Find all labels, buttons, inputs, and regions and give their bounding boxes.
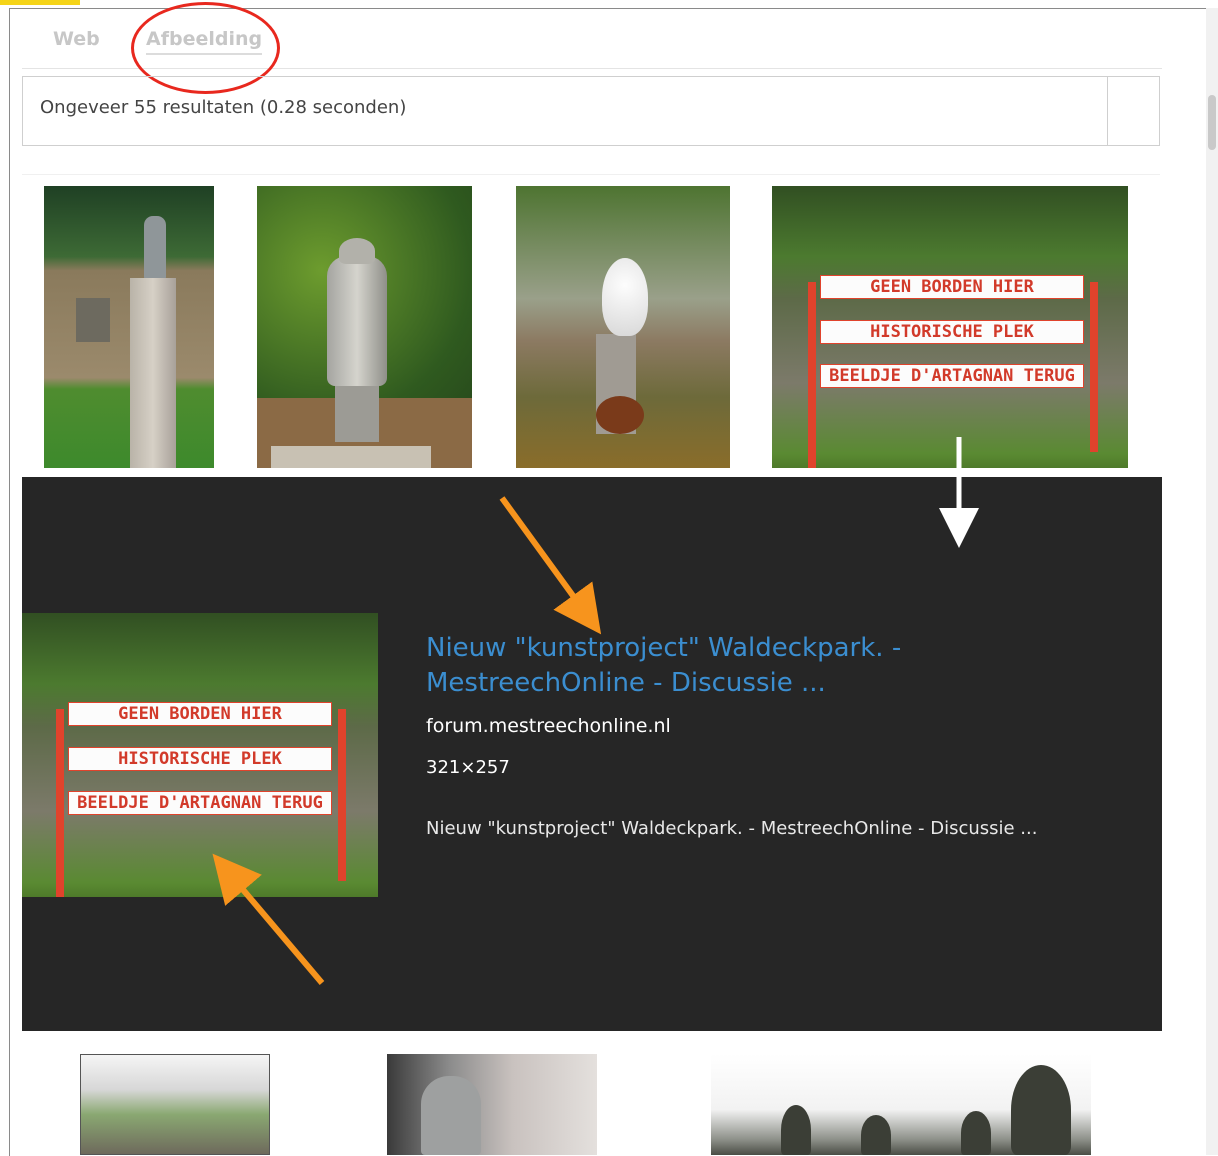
preview-image[interactable]: GEEN BORDEN HIER HISTORISCHE PLEK BEELDJ… — [22, 613, 378, 897]
sign-text-1: GEEN BORDEN HIER — [820, 275, 1084, 299]
statue-body — [327, 256, 387, 386]
image-result-tree-sculpture[interactable] — [80, 1054, 270, 1155]
bust-statue — [421, 1076, 481, 1155]
tree — [1011, 1065, 1071, 1155]
sign-text-2: HISTORISCHE PLEK — [820, 320, 1084, 344]
tree — [961, 1111, 991, 1155]
sign-text-2: HISTORISCHE PLEK — [68, 747, 332, 771]
statue-legs — [335, 382, 379, 442]
image-result-urinal[interactable] — [516, 186, 730, 468]
results-info-bar: Ongeveer 55 resultaten (0.28 seconden) — [22, 76, 1160, 146]
statue-figure — [144, 216, 166, 280]
urinal-object — [602, 258, 648, 336]
image-result-signboard[interactable]: GEEN BORDEN HIER HISTORISCHE PLEK BEELDJ… — [772, 186, 1128, 468]
search-type-tabs: Web Afbeelding — [22, 22, 1162, 69]
preview-image-size: 321×257 — [426, 757, 510, 778]
separator — [22, 174, 1160, 175]
statue-hat — [339, 238, 375, 264]
wreath — [596, 396, 644, 434]
tree — [781, 1105, 811, 1155]
sign-post-right — [1090, 282, 1098, 452]
sign-post-left — [56, 709, 64, 897]
image-result-winter-trees[interactable] — [711, 1054, 1091, 1155]
sign-text-3: BEELDJE D'ARTAGNAN TERUG — [68, 791, 332, 815]
sign-text-3: BEELDJE D'ARTAGNAN TERUG — [820, 364, 1084, 388]
window-edge-highlight — [0, 0, 80, 5]
stone-pillar — [130, 278, 176, 468]
preview-title-link[interactable]: Nieuw "kunstproject" Waldeckpark. - Mest… — [426, 631, 986, 701]
plaque — [76, 298, 110, 342]
results-count: Ongeveer 55 resultaten (0.28 seconden) — [40, 97, 407, 118]
scrollbar-thumb[interactable] — [1208, 95, 1216, 150]
preview-description: Nieuw "kunstproject" Waldeckpark. - Mest… — [426, 818, 1038, 839]
image-result-bronze-statue[interactable] — [257, 186, 472, 468]
statue-base — [271, 446, 431, 468]
tab-images[interactable]: Afbeelding — [146, 28, 263, 55]
preview-domain[interactable]: forum.mestreechonline.nl — [426, 715, 671, 737]
tree — [861, 1115, 891, 1155]
sign-post-right — [338, 709, 346, 881]
image-result-bust-bicycle[interactable] — [387, 1054, 597, 1155]
vertical-scrollbar[interactable] — [1206, 8, 1218, 1155]
tab-web[interactable]: Web — [53, 28, 100, 50]
bar-divider — [1107, 77, 1108, 145]
image-preview-panel: GEEN BORDEN HIER HISTORISCHE PLEK BEELDJ… — [22, 477, 1162, 1031]
sign-post-left — [808, 282, 816, 468]
sign-text-1: GEEN BORDEN HIER — [68, 702, 332, 726]
image-result-statue[interactable] — [44, 186, 214, 468]
